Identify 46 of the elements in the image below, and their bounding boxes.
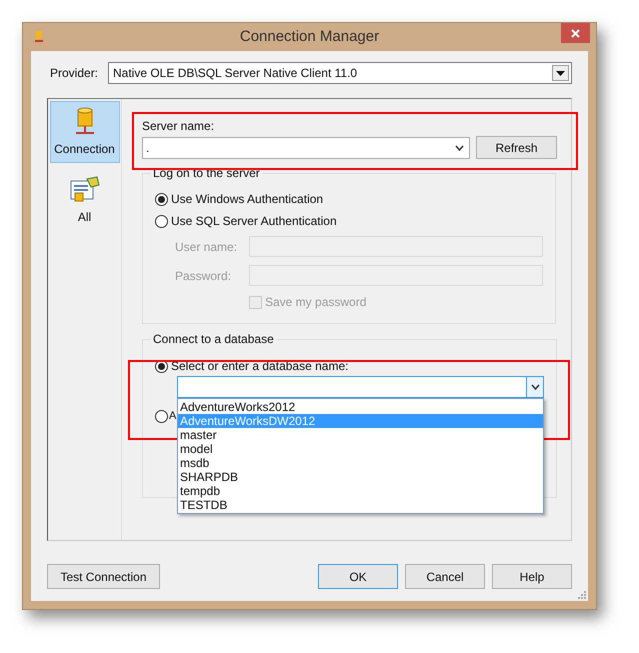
list-item[interactable]: TESTDB [178, 498, 543, 512]
dropdown-arrow-button[interactable] [526, 377, 543, 397]
properties-icon [68, 174, 100, 204]
window-title: Connection Manager [240, 26, 380, 47]
nav-item[interactable]: Connection [50, 101, 120, 163]
dropdown-arrow-button[interactable] [552, 65, 569, 81]
app-icon [35, 30, 43, 43]
nav-item[interactable]: All [50, 169, 120, 231]
dialog-button[interactable]: Test Connection [47, 564, 160, 589]
caret-icon [455, 144, 464, 150]
server-name-value: . [146, 140, 150, 156]
caret-icon [530, 384, 540, 390]
list-item[interactable]: tempdb [178, 484, 543, 498]
checkbox-label: Save my password [265, 294, 366, 311]
group-title: Connect to a database [152, 331, 275, 348]
dialog-button[interactable]: OK [318, 564, 398, 589]
radio-label: Use SQL Server Authentication [171, 213, 337, 230]
refresh-button[interactable]: Refresh [476, 136, 557, 159]
field-label: User name: [175, 238, 238, 256]
close-icon [571, 28, 580, 38]
nav-label: All [78, 208, 92, 226]
radio-label: Use Windows Authentication [171, 191, 324, 208]
resize-grip-icon [578, 591, 586, 599]
radio-label: Select or enter a database name: [171, 358, 348, 375]
list-item[interactable]: SHARPDB [178, 470, 543, 484]
provider-label: Provider: [49, 65, 100, 82]
caret-icon [556, 70, 565, 76]
dialog-button[interactable]: Cancel [405, 564, 485, 589]
group-title: Log on to the server [152, 165, 261, 182]
radio-button[interactable] [155, 410, 168, 422]
field-label: Password: [175, 268, 232, 284]
server-name-label: Server name: [142, 118, 216, 135]
list-item[interactable]: model [178, 442, 543, 456]
list-item[interactable]: master [178, 428, 543, 442]
radio-button[interactable] [155, 192, 168, 206]
provider-value: Native OLE DB\SQL Server Native Client 11.0 [113, 65, 358, 82]
list-item[interactable]: AdventureWorks2012 [178, 400, 543, 414]
dialog-button[interactable]: Help [492, 564, 572, 589]
server-name-combo[interactable]: . [142, 136, 470, 158]
provider-dropdown[interactable]: Native OLE DB\SQL Server Native Client 11.0 [108, 62, 572, 84]
close-button[interactable] [561, 23, 590, 43]
list-item[interactable]: msdb [178, 456, 543, 470]
nav-label: Connection [54, 140, 115, 158]
database-icon [74, 106, 96, 136]
radio-label: A [169, 408, 176, 424]
radio-button[interactable] [155, 214, 168, 228]
